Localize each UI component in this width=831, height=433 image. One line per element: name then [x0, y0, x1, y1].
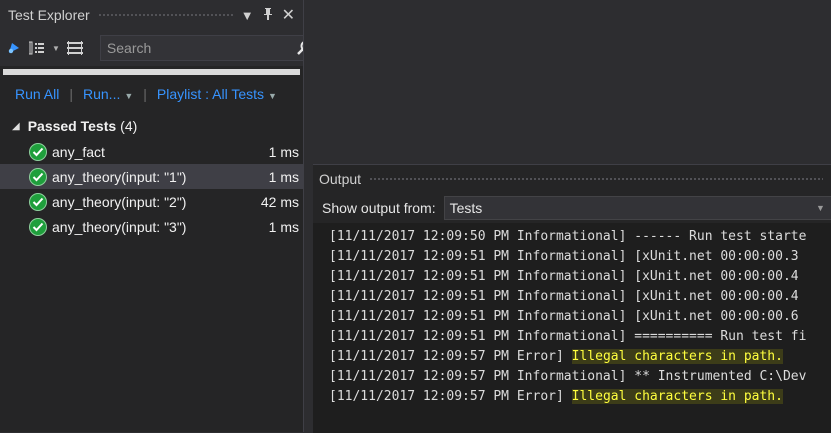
- test-name: any_theory(input: "2"): [52, 193, 187, 210]
- log-line: [11/11/2017 12:09:57 PM Error] Illegal c…: [329, 347, 831, 367]
- test-duration: 42 ms: [260, 193, 299, 210]
- test-run-progress-bar: [3, 69, 300, 75]
- test-row[interactable]: any_theory(input: "1") 1 ms: [0, 164, 303, 189]
- test-explorer-toolbar: ▼: [0, 30, 303, 66]
- playlist-label: Playlist : All Tests: [156, 86, 265, 102]
- search-input[interactable]: [100, 39, 290, 57]
- log-line: [11/11/2017 12:09:57 PM Informational] *…: [329, 367, 831, 387]
- drag-grip[interactable]: [97, 12, 233, 18]
- test-row[interactable]: any_fact 1 ms: [0, 139, 303, 164]
- passed-tests-group[interactable]: ◢ Passed Tests (4): [0, 113, 303, 139]
- test-explorer-titlebar[interactable]: Test Explorer ▼ ✕: [0, 0, 303, 30]
- log-line: [11/11/2017 12:09:51 PM Informational] […: [329, 247, 831, 267]
- group-label: Passed Tests: [27, 118, 117, 134]
- chevron-down-icon[interactable]: ▼: [816, 203, 831, 213]
- output-source-bar: Show output from: Tests ▼: [313, 193, 831, 223]
- log-prefix: [11/11/2017 12:09:50 PM Informational]: [329, 229, 635, 244]
- collapse-triangle-icon[interactable]: ◢: [12, 121, 20, 132]
- log-message: ------ Run test starte: [634, 229, 807, 244]
- test-duration: 1 ms: [268, 218, 299, 235]
- log-message: [xUnit.net 00:00:00.4: [634, 269, 799, 284]
- log-message: [xUnit.net 00:00:00.3: [634, 249, 799, 264]
- log-prefix: [11/11/2017 12:09:57 PM Error]: [329, 389, 572, 404]
- output-source-select[interactable]: Tests ▼: [443, 196, 831, 220]
- output-title: Output: [319, 171, 362, 187]
- drag-grip[interactable]: [369, 176, 823, 182]
- chevron-down-icon: ▼: [268, 91, 277, 101]
- pin-icon[interactable]: [263, 7, 273, 23]
- log-line: [11/11/2017 12:09:51 PM Informational] […: [329, 267, 831, 287]
- log-line: [11/11/2017 12:09:51 PM Informational] […: [329, 307, 831, 327]
- test-name: any_theory(input: "3"): [52, 218, 187, 235]
- test-row[interactable]: any_theory(input: "2") 42 ms: [0, 189, 303, 214]
- log-line: [11/11/2017 12:09:51 PM Informational] […: [329, 287, 831, 307]
- output-source-value: Tests: [449, 200, 483, 216]
- playlist-link[interactable]: Playlist : All Tests ▼: [157, 86, 277, 102]
- log-line: [11/11/2017 12:09:51 PM Informational] =…: [329, 327, 831, 347]
- test-duration: 1 ms: [268, 143, 299, 160]
- test-duration: 1 ms: [268, 168, 299, 185]
- run-all-link[interactable]: Run All: [15, 86, 59, 102]
- group-by-dropdown-icon[interactable]: ▼: [52, 44, 60, 53]
- log-line: [11/11/2017 12:09:57 PM Error] Illegal c…: [329, 387, 831, 407]
- show-output-from-label: Show output from:: [322, 200, 436, 216]
- close-icon[interactable]: ✕: [282, 5, 295, 25]
- log-message: Illegal characters in path.: [571, 389, 783, 404]
- passed-check-icon: [29, 192, 47, 211]
- log-prefix: [11/11/2017 12:09:51 PM Informational]: [329, 249, 635, 264]
- log-message: ** Instrumented C:\Dev: [634, 369, 807, 384]
- test-explorer-panel: Test Explorer ▼ ✕ ▼ Search Run All | Run…: [0, 0, 304, 432]
- test-row[interactable]: any_theory(input: "3") 1 ms: [0, 214, 303, 239]
- chevron-down-icon: ▼: [124, 91, 134, 101]
- test-name: any_fact: [52, 143, 105, 160]
- output-panel: Output Show output from: Tests ▼ [11/11/…: [313, 164, 831, 433]
- dropdown-caret-icon[interactable]: ▼: [241, 8, 254, 23]
- output-titlebar[interactable]: Output: [313, 165, 831, 193]
- run-tests-icon[interactable]: [6, 38, 22, 58]
- log-message: Illegal characters in path.: [571, 349, 783, 364]
- search-icon[interactable]: [290, 40, 303, 56]
- log-prefix: [11/11/2017 12:09:57 PM Informational]: [329, 369, 635, 384]
- link-separator: |: [143, 86, 147, 102]
- log-message: [xUnit.net 00:00:00.6: [634, 309, 799, 324]
- passed-check-icon: [29, 142, 47, 161]
- test-list: any_fact 1 ms any_theory(input: "1") 1 ms an…: [0, 139, 303, 239]
- log-prefix: [11/11/2017 12:09:51 PM Informational]: [329, 329, 635, 344]
- log-message: ========== Run test fi: [634, 329, 807, 344]
- test-explorer-title: Test Explorer: [8, 7, 90, 23]
- test-name: any_theory(input: "1"): [52, 168, 187, 185]
- link-separator: |: [69, 86, 73, 102]
- log-prefix: [11/11/2017 12:09:51 PM Informational]: [329, 309, 635, 324]
- group-by-icon[interactable]: [28, 38, 46, 58]
- log-prefix: [11/11/2017 12:09:51 PM Informational]: [329, 289, 635, 304]
- log-line: [11/11/2017 12:09:50 PM Informational] -…: [329, 227, 831, 247]
- run-menu-label: Run...: [83, 86, 121, 102]
- log-prefix: [11/11/2017 12:09:57 PM Error]: [329, 349, 572, 364]
- group-count: (4): [120, 118, 138, 134]
- passed-check-icon: [29, 217, 47, 236]
- test-actions-bar: Run All | Run... ▼ | Playlist : All Tests…: [0, 77, 303, 111]
- log-prefix: [11/11/2017 12:09:51 PM Informational]: [329, 269, 635, 284]
- passed-check-icon: [29, 167, 47, 186]
- output-log[interactable]: [11/11/2017 12:09:50 PM Informational] -…: [313, 223, 831, 433]
- playlist-icon[interactable]: [66, 38, 84, 58]
- run-menu-link[interactable]: Run... ▼: [83, 86, 133, 102]
- search-box[interactable]: [99, 35, 303, 61]
- log-message: [xUnit.net 00:00:00.4: [634, 289, 799, 304]
